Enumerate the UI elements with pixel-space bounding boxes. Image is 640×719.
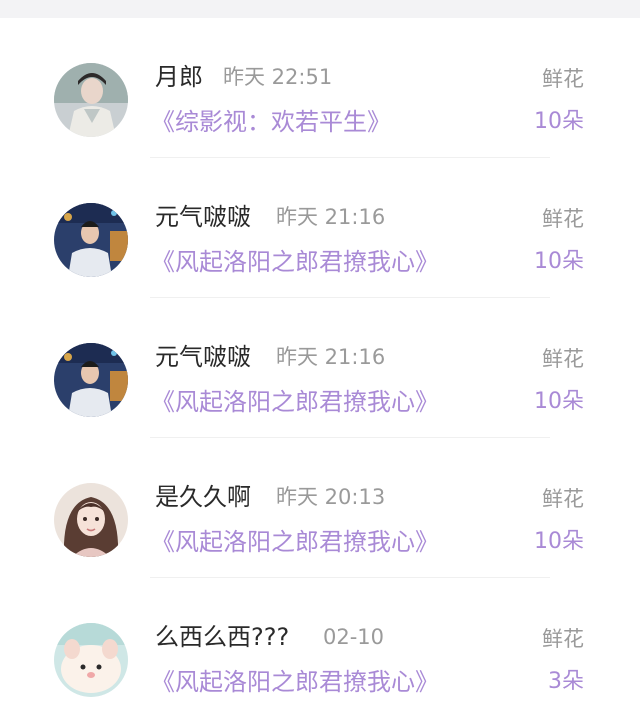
gift-label: 鲜花	[542, 207, 584, 231]
gift-count: 3朵	[548, 669, 584, 694]
avatar[interactable]	[54, 623, 128, 697]
avatar[interactable]	[54, 343, 128, 417]
list-item[interactable]: 月郎 昨天 22:51 《综影视：欢若平生》 鲜花 10朵	[0, 18, 640, 158]
list-item[interactable]: 元气啵啵 昨天 21:16 《风起洛阳之郎君撩我心》 鲜花 10朵	[0, 298, 640, 438]
avatar[interactable]	[54, 203, 128, 277]
timestamp: 02-10	[323, 625, 385, 649]
timestamp: 昨天 22:51	[223, 65, 333, 89]
list-item[interactable]: 么西么西??? 02-10 《风起洛阳之郎君撩我心》 鲜花 3朵	[0, 578, 640, 718]
user-name: 是久久啊	[155, 483, 251, 511]
timestamp: 昨天 21:16	[276, 345, 386, 369]
avatar[interactable]	[54, 483, 128, 557]
gift-label: 鲜花	[542, 627, 584, 651]
user-name: 么西么西???	[155, 623, 290, 651]
gift-label: 鲜花	[542, 67, 584, 91]
list-item[interactable]: 元气啵啵 昨天 21:16 《风起洛阳之郎君撩我心》 鲜花 10朵	[0, 158, 640, 298]
book-title-link[interactable]: 《综影视：欢若平生》	[151, 106, 391, 138]
gift-record-list: 月郎 昨天 22:51 《综影视：欢若平生》 鲜花 10朵 元气啵啵 昨天 21…	[0, 18, 640, 718]
user-name: 月郎	[155, 63, 203, 91]
gift-count: 10朵	[534, 389, 584, 414]
book-title-link[interactable]: 《风起洛阳之郎君撩我心》	[151, 666, 439, 698]
top-bar	[0, 0, 640, 18]
gift-count: 10朵	[534, 249, 584, 274]
timestamp: 昨天 20:13	[276, 485, 386, 509]
list-item[interactable]: 是久久啊 昨天 20:13 《风起洛阳之郎君撩我心》 鲜花 10朵	[0, 438, 640, 578]
book-title-link[interactable]: 《风起洛阳之郎君撩我心》	[151, 386, 439, 418]
user-name: 元气啵啵	[155, 343, 251, 371]
gift-count: 10朵	[534, 109, 584, 134]
gift-label: 鲜花	[542, 347, 584, 371]
gift-label: 鲜花	[542, 487, 584, 511]
timestamp: 昨天 21:16	[276, 205, 386, 229]
avatar[interactable]	[54, 63, 128, 137]
user-name: 元气啵啵	[155, 203, 251, 231]
gift-count: 10朵	[534, 529, 584, 554]
book-title-link[interactable]: 《风起洛阳之郎君撩我心》	[151, 526, 439, 558]
book-title-link[interactable]: 《风起洛阳之郎君撩我心》	[151, 246, 439, 278]
